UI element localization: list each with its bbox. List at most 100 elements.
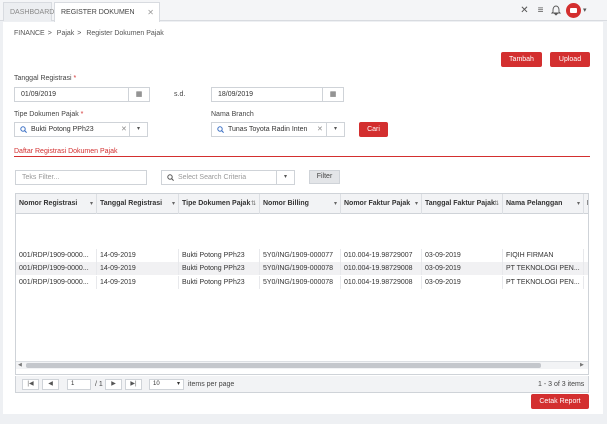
last-page-button[interactable]: ▶| (125, 379, 142, 390)
calendar-icon[interactable]: ▦ (322, 88, 343, 101)
table-row[interactable]: 001/RDP/1909-0000... 14-09-2019 Bukti Po… (16, 262, 588, 275)
tipe-dokumen-value: Bukti Potong PPh23 (31, 126, 94, 133)
table-cell: 001/RDP/1909-0000... (16, 276, 97, 289)
scrollbar-thumb[interactable] (26, 363, 541, 368)
scroll-left-icon[interactable]: ◀ (18, 362, 22, 369)
search-criteria-placeholder: Select Search Criteria (178, 174, 247, 181)
column-menu-icon[interactable]: ▾ (90, 194, 93, 214)
chevron-down-icon[interactable]: ▾ (276, 171, 294, 184)
column-header-nomor-faktur-pajak[interactable]: Nomor Faktur Pajak ▾ (341, 194, 422, 214)
column-header-nomor-billing[interactable]: Nomor Billing ▾ (260, 194, 341, 214)
column-header-truncated[interactable]: N (584, 194, 588, 214)
table-cell: FIQIH FIRMAN (503, 249, 584, 262)
table-cell: 001/RDP/1909-0000... (16, 262, 97, 275)
column-header-nama-pelanggan[interactable]: Nama Pelanggan ▾ (503, 194, 584, 214)
date-to-field[interactable]: 18/09/2019 ▦ (211, 87, 344, 102)
table-cell: 14-09-2019 (97, 249, 179, 262)
add-button[interactable]: Tambah (501, 52, 542, 67)
search-icon (217, 126, 224, 139)
table-cell: 03-09-2019 (422, 262, 503, 275)
search-icon (20, 126, 27, 139)
breadcrumb-separator: > (47, 30, 52, 37)
pagination-bar: |◀ ◀ 1 / 1 ▶ ▶| 10 ▾ items per page 1 - … (15, 376, 589, 393)
tab-dashboard[interactable]: DASHBOARD (3, 2, 54, 21)
breadcrumb-separator: > (77, 30, 82, 37)
items-per-page-label: items per page (188, 381, 235, 388)
app-window: DASHBOARD REGISTER DOKUMEN PAJAK ✕ ✕ ≡ ▾… (0, 0, 607, 424)
page-size-select[interactable]: 10 ▾ (149, 379, 184, 390)
table-cell: 5Y0/ING/1909-000077 (260, 249, 341, 262)
date-from-value: 01/09/2019 (21, 91, 57, 98)
tipe-dokumen-label: Tipe Dokumen Pajak * (14, 111, 84, 118)
page-count-label: / 1 (95, 381, 103, 388)
breadcrumb-finance[interactable]: FINANCE (14, 30, 45, 37)
previous-page-button[interactable]: ◀ (42, 379, 59, 390)
nama-branch-value: Tunas Toyota Radin Inten (228, 126, 308, 133)
table-cell: 14-09-2019 (97, 276, 179, 289)
pagination-summary: 1 - 3 of 3 items (538, 381, 585, 388)
data-grid: Nomor Registrasi ▾ Tanggal Registrasi ▾ Ti… (15, 193, 589, 375)
column-menu-icon[interactable]: ▾ (577, 194, 580, 214)
search-criteria-select[interactable]: Select Search Criteria ▾ (161, 170, 295, 185)
horizontal-scrollbar[interactable]: ◀ ▶ (16, 361, 588, 369)
date-from-field[interactable]: 01/09/2019 ▦ (14, 87, 150, 102)
column-header-tipe-dokumen-pajak[interactable]: Tipe Dokumen Pajak ⇅ (179, 194, 260, 214)
page-size-value: 10 (153, 381, 160, 387)
column-menu-icon[interactable]: ▾ (334, 194, 337, 214)
search-icon (167, 174, 174, 187)
user-avatar[interactable] (566, 3, 581, 18)
sort-icon[interactable]: ⇅ (494, 194, 499, 214)
table-cell: 010.004-19.98729008 (341, 262, 422, 275)
breadcrumb: FINANCE > Pajak > Register Dokumen Pajak (14, 30, 167, 37)
table-cell: 010.004-19.98729007 (341, 249, 422, 262)
bell-icon[interactable] (550, 5, 561, 16)
section-divider (14, 156, 590, 157)
scroll-right-icon[interactable]: ▶ (580, 362, 584, 369)
column-menu-icon[interactable]: ▾ (415, 194, 418, 214)
column-header-nomor-registrasi[interactable]: Nomor Registrasi ▾ (16, 194, 97, 214)
column-menu-icon[interactable]: ▾ (172, 194, 175, 214)
print-report-button[interactable]: Cetak Report (531, 394, 589, 409)
table-row[interactable]: 001/RDP/1909-0000... 14-09-2019 Bukti Po… (16, 276, 588, 289)
expand-icon[interactable]: ✕ (519, 5, 530, 16)
chevron-down-icon[interactable]: ▾ (583, 6, 587, 14)
chevron-down-icon: ▾ (176, 381, 180, 387)
table-cell: 010.004-19.98729008 (341, 276, 422, 289)
tab-bar: DASHBOARD REGISTER DOKUMEN PAJAK ✕ ✕ ≡ ▾ (0, 0, 607, 35)
clear-icon[interactable]: ✕ (317, 123, 323, 136)
tipe-dokumen-select[interactable]: Bukti Potong PPh23 ✕ ▾ (14, 122, 148, 137)
table-row[interactable]: 001/RDP/1909-0000... 14-09-2019 Bukti Po… (16, 249, 588, 262)
tanggal-registrasi-label: Tanggal Registrasi * (14, 75, 77, 82)
clear-icon[interactable]: ✕ (121, 123, 127, 136)
filter-text-input[interactable]: Teks Filter... (15, 170, 147, 185)
table-cell: 03-09-2019 (422, 249, 503, 262)
upload-button[interactable]: Upload (550, 52, 590, 67)
chevron-down-icon[interactable]: ▾ (129, 123, 147, 136)
nama-branch-select[interactable]: Tunas Toyota Radin Inten ✕ ▾ (211, 122, 345, 137)
table-cell: Bukti Potong PPh23 (179, 276, 260, 289)
table-cell: 14-09-2019 (97, 262, 179, 275)
table-cell: PT TEKNOLOGI PEN... (503, 262, 584, 275)
table-cell: Bukti Potong PPh23 (179, 262, 260, 275)
table-cell: 03-09-2019 (422, 276, 503, 289)
first-page-button[interactable]: |◀ (22, 379, 39, 390)
sort-icon[interactable]: ⇅ (251, 194, 256, 214)
calendar-icon[interactable]: ▦ (128, 88, 149, 101)
search-button[interactable]: Cari (359, 122, 388, 137)
table-cell: 001/RDP/1909-0000... (16, 249, 97, 262)
close-tab-icon[interactable]: ✕ (147, 3, 154, 22)
next-page-button[interactable]: ▶ (105, 379, 122, 390)
table-cell: PT TEKNOLOGI PEN... (503, 276, 584, 289)
sd-label: s.d. (174, 91, 186, 98)
nama-branch-label: Nama Branch (211, 111, 254, 118)
filter-button[interactable]: Filter (309, 170, 340, 184)
tab-register-dokumen-pajak[interactable]: REGISTER DOKUMEN PAJAK ✕ (54, 2, 160, 35)
page-number-input[interactable]: 1 (67, 379, 91, 390)
column-header-tanggal-faktur-pajak[interactable]: Tanggal Faktur Pajak ⇅ (422, 194, 503, 214)
table-cell: 5Y0/ING/1909-000078 (260, 276, 341, 289)
breadcrumb-pajak[interactable]: Pajak (57, 30, 75, 37)
menu-icon[interactable]: ≡ (535, 5, 546, 16)
chevron-down-icon[interactable]: ▾ (326, 123, 344, 136)
section-title: Daftar Registrasi Dokumen Pajak (14, 148, 118, 155)
column-header-tanggal-registrasi[interactable]: Tanggal Registrasi ▾ (97, 194, 179, 214)
